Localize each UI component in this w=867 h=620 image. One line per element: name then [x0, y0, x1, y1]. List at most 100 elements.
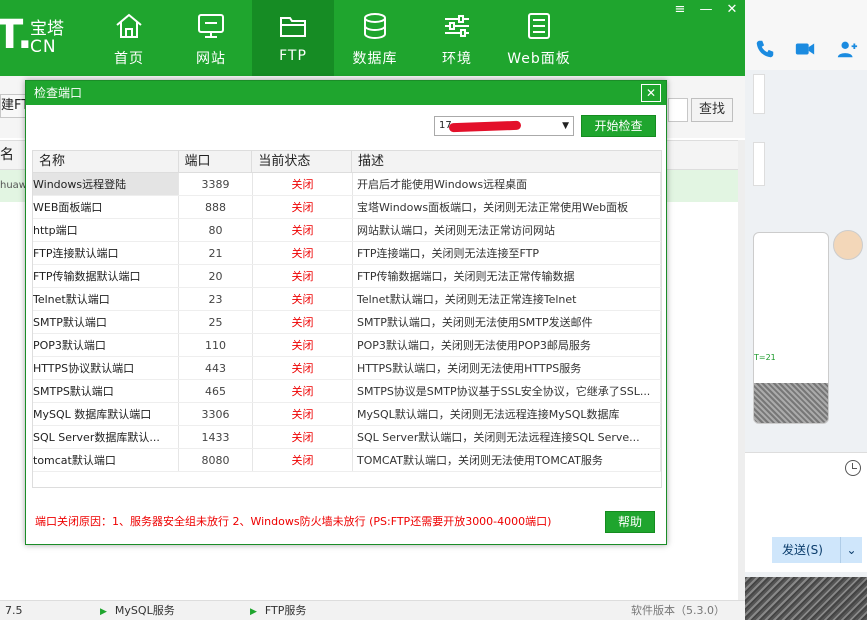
close-icon[interactable]: ✕: [641, 84, 661, 102]
table-row[interactable]: Telnet默认端口 23 关闭 Telnet默认端口，关闭则无法正常连接Telnet: [33, 288, 661, 311]
port-number-cell: 3306: [179, 403, 253, 425]
chat-header: [745, 0, 867, 70]
port-description-cell: SMTP默认端口，关闭则无法使用SMTP发送邮件: [353, 311, 661, 333]
port-status-cell: 关闭: [253, 334, 353, 356]
port-description-cell: TOMCAT默认端口，关闭则无法使用TOMCAT服务: [353, 449, 661, 471]
port-description-cell: SQL Server默认端口，关闭则无法远程连接SQL Serve...: [353, 426, 661, 448]
port-name-cell: HTTPS协议默认端口: [33, 357, 179, 379]
nav-web-panel[interactable]: Web面板: [498, 0, 580, 76]
scrollbar[interactable]: [738, 140, 745, 600]
port-status-cell: 关闭: [253, 357, 353, 379]
table-row[interactable]: FTP传输数据默认端口 20 关闭 FTP传输数据端口，关闭则无法正常传输数据: [33, 265, 661, 288]
port-number-cell: 1433: [179, 426, 253, 448]
database-icon: [364, 13, 386, 40]
search-input[interactable]: [668, 98, 688, 122]
port-status-cell: 关闭: [253, 265, 353, 287]
port-name-cell: SMTPS默认端口: [33, 380, 179, 402]
port-status-cell: 关闭: [253, 426, 353, 448]
port-description-cell: FTP连接端口，关闭则无法连接至FTP: [353, 242, 661, 264]
column-header-name[interactable]: 名称: [33, 151, 179, 172]
table-row[interactable]: HTTPS协议默认端口 443 关闭 HTTPS默认端口，关闭则无法使用HTTPS服务: [33, 357, 661, 380]
port-table-body: Windows远程登陆 3389 关闭 开启后才能使用Windows远程桌面 WEB面板…: [33, 173, 661, 472]
main-nav: 首页 网站 FTP 数据库 环境 Web面板: [88, 0, 580, 76]
nav-database[interactable]: 数据库: [334, 0, 416, 76]
table-row[interactable]: MySQL 数据库默认端口 3306 关闭 MySQL默认端口，关闭则无法远程连接My…: [33, 403, 661, 426]
redaction-mark: [448, 120, 522, 133]
check-port-dialog: 检查端口 ✕ 17 ▼ 开始检查 名称 端口 当前状态 描述 Windows远程…: [25, 80, 667, 545]
port-status-cell: 关闭: [253, 380, 353, 402]
port-name-cell: SMTP默认端口: [33, 311, 179, 333]
table-row[interactable]: Windows远程登陆 3389 关闭 开启后才能使用Windows远程桌面: [33, 173, 661, 196]
nav-ftp[interactable]: FTP: [252, 0, 334, 76]
phone-icon[interactable]: [753, 38, 777, 60]
video-call-icon[interactable]: [793, 38, 817, 60]
message-bubble: [753, 142, 765, 186]
chat-image[interactable]: T=21: [753, 232, 829, 424]
port-name-cell: WEB面板端口: [33, 196, 179, 218]
nav-website[interactable]: 网站: [170, 0, 252, 76]
nav-label: Web面板: [507, 51, 571, 67]
chevron-down-icon: ▼: [562, 121, 569, 131]
logo-text-en: CN: [30, 37, 57, 57]
column-header-description[interactable]: 描述: [352, 151, 661, 172]
port-number-cell: 8080: [179, 449, 253, 471]
home-icon: [116, 13, 142, 38]
table-row[interactable]: SMTPS默认端口 465 关闭 SMTPS协议是SMTP协议基于SSL安全协议，它继…: [33, 380, 661, 403]
nav-environment[interactable]: 环境: [416, 0, 498, 76]
status-label: FTP服务: [264, 604, 307, 617]
table-row[interactable]: POP3默认端口 110 关闭 POP3默认端口，关闭则无法使用POP3邮局服务: [33, 334, 661, 357]
send-button-label: 发送(S): [782, 543, 823, 557]
ip-select[interactable]: 17 ▼: [434, 116, 574, 136]
port-number-cell: 110: [179, 334, 253, 356]
table-row[interactable]: SQL Server数据库默认... 1433 关闭 SQL Server默认端口，关…: [33, 426, 661, 449]
document-icon: [528, 13, 550, 39]
port-name-cell: Windows远程登陆: [33, 173, 179, 195]
nav-home[interactable]: 首页: [88, 0, 170, 76]
table-row[interactable]: WEB面板端口 888 关闭 宝塔Windows面板端口，关闭则无法正常使用Web面板: [33, 196, 661, 219]
clock-icon[interactable]: [845, 460, 861, 476]
logo-mark: T.: [0, 12, 33, 58]
avatar[interactable]: [833, 230, 863, 260]
add-user-icon[interactable]: [835, 38, 859, 60]
port-name-cell: Telnet默认端口: [33, 288, 179, 310]
close-window-icon[interactable]: ✕: [719, 0, 745, 18]
port-description-cell: MySQL默认端口，关闭则无法远程连接MySQL数据库: [353, 403, 661, 425]
table-row[interactable]: tomcat默认端口 8080 关闭 TOMCAT默认端口，关闭则无法使用TOMCAT…: [33, 449, 661, 472]
wallpaper-strip: [745, 577, 867, 620]
nav-label: 环境: [442, 51, 472, 67]
column-header-port[interactable]: 端口: [179, 151, 253, 172]
port-number-cell: 23: [179, 288, 253, 310]
port-number-cell: 888: [179, 196, 253, 218]
port-status-cell: 关闭: [253, 196, 353, 218]
port-description-cell: SMTPS协议是SMTP协议基于SSL安全协议，它继承了SSL...: [353, 380, 661, 402]
port-name-cell: MySQL 数据库默认端口: [33, 403, 179, 425]
port-number-cell: 443: [179, 357, 253, 379]
menu-icon[interactable]: ≡: [667, 0, 693, 18]
nav-label: FTP: [279, 48, 307, 64]
status-version-left: 7.5: [5, 604, 23, 617]
play-icon: ▶: [250, 607, 257, 617]
table-row[interactable]: FTP连接默认端口 21 关闭 FTP连接端口，关闭则无法连接至FTP: [33, 242, 661, 265]
column-header-status[interactable]: 当前状态: [252, 151, 352, 172]
dialog-title: 检查端口: [34, 86, 83, 100]
send-button[interactable]: 发送(S) ⌄: [772, 537, 862, 563]
help-button[interactable]: 帮助: [605, 511, 655, 533]
table-row[interactable]: SMTP默认端口 25 关闭 SMTP默认端口，关闭则无法使用SMTP发送邮件: [33, 311, 661, 334]
port-number-cell: 80: [179, 219, 253, 241]
monitor-icon: [198, 14, 224, 38]
status-mysql-service[interactable]: ▶ MySQL服务: [100, 601, 175, 620]
search-button[interactable]: 查找: [691, 98, 733, 122]
port-name-cell: SQL Server数据库默认...: [33, 426, 179, 448]
port-description-cell: 开启后才能使用Windows远程桌面: [353, 173, 661, 195]
table-row[interactable]: http端口 80 关闭 网站默认端口，关闭则无法正常访问网站: [33, 219, 661, 242]
minimize-icon[interactable]: —: [693, 0, 719, 18]
start-check-button[interactable]: 开始检查: [581, 115, 656, 137]
port-name-cell: http端口: [33, 219, 179, 241]
logo-text-cn: 宝塔: [30, 19, 64, 39]
bt-logo: T. 宝塔 CN: [0, 10, 88, 66]
port-description-cell: Telnet默认端口，关闭则无法正常连接Telnet: [353, 288, 661, 310]
port-number-cell: 21: [179, 242, 253, 264]
port-status-cell: 关闭: [253, 242, 353, 264]
chevron-down-icon[interactable]: ⌄: [840, 537, 862, 563]
status-ftp-service[interactable]: ▶ FTP服务: [250, 601, 306, 620]
